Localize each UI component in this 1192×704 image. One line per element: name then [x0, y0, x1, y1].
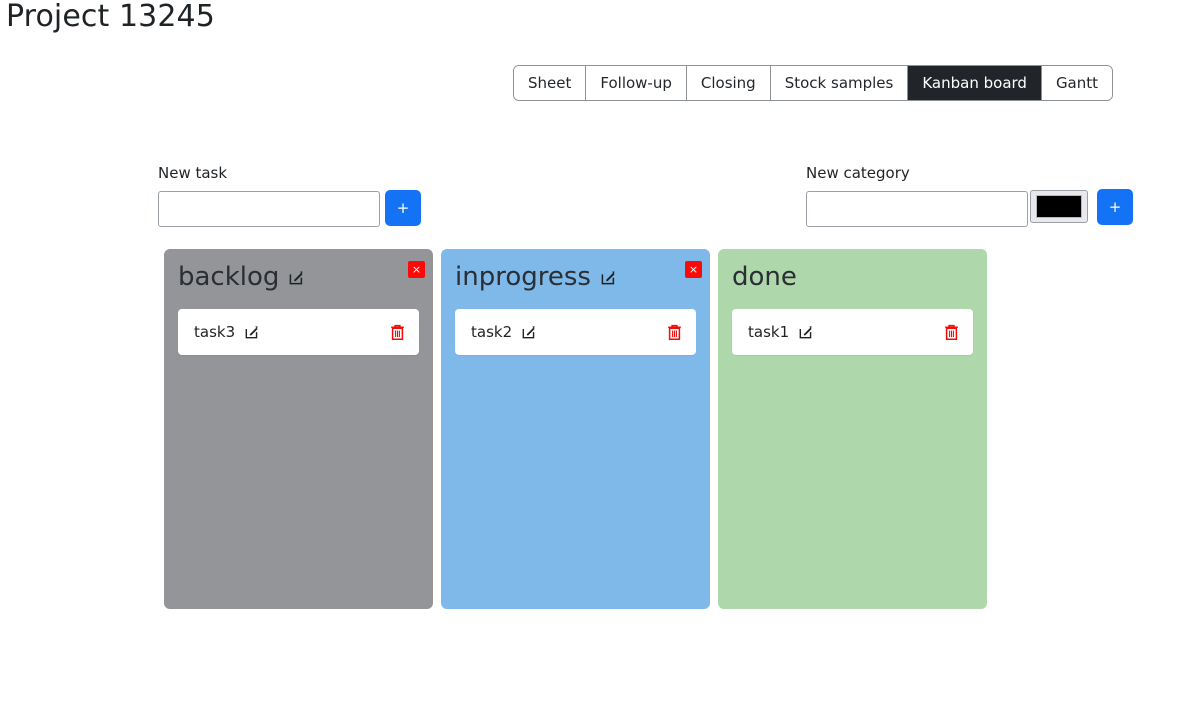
column-header: inprogress [455, 261, 696, 299]
kanban-column: inprogress × task2 [441, 249, 710, 609]
column-edit-icon[interactable] [601, 270, 616, 285]
new-category-label: New category [806, 164, 910, 182]
task-card[interactable]: task1 [732, 309, 973, 355]
task-label: task3 [194, 323, 236, 341]
task-delete-icon[interactable] [667, 324, 682, 341]
kanban-column: backlog × task3 [164, 249, 433, 609]
task-card-content: task1 [748, 323, 813, 341]
color-swatch [1036, 195, 1082, 218]
column-title: inprogress [455, 262, 591, 292]
new-task-label: New task [158, 164, 228, 182]
column-title: backlog [178, 262, 280, 292]
tab-follow-up[interactable]: Follow-up [586, 66, 687, 100]
new-task-input[interactable] [158, 191, 380, 227]
column-delete-button[interactable]: × [685, 261, 702, 278]
column-header: backlog [178, 261, 419, 299]
tab-sheet[interactable]: Sheet [514, 66, 587, 100]
task-card-content: task2 [471, 323, 536, 341]
task-label: task2 [471, 323, 513, 341]
task-edit-icon[interactable] [799, 325, 813, 339]
page-title: Project 13245 [6, 0, 215, 34]
column-header: done [732, 261, 973, 299]
new-category-color-picker[interactable] [1030, 190, 1088, 223]
add-category-button[interactable]: + [1097, 189, 1133, 225]
add-task-button[interactable]: + [385, 190, 421, 226]
tab-kanban-board[interactable]: Kanban board [908, 66, 1042, 100]
task-edit-icon[interactable] [522, 325, 536, 339]
task-card-content: task3 [194, 323, 259, 341]
column-title: done [732, 262, 797, 292]
column-delete-button[interactable]: × [408, 261, 425, 278]
view-tabs: Sheet Follow-up Closing Stock samples Kanban… [513, 65, 1114, 101]
task-delete-icon[interactable] [390, 324, 405, 341]
task-label: task1 [748, 323, 790, 341]
tab-stock-samples[interactable]: Stock samples [770, 66, 909, 100]
new-category-input[interactable] [806, 191, 1028, 227]
kanban-column: done task1 [718, 249, 987, 609]
task-card[interactable]: task2 [455, 309, 696, 355]
tab-closing[interactable]: Closing [686, 66, 771, 100]
task-card[interactable]: task3 [178, 309, 419, 355]
kanban-board: backlog × task3 inprogress × task2 done task1 [164, 249, 987, 609]
task-delete-icon[interactable] [944, 324, 959, 341]
tab-gantt[interactable]: Gantt [1041, 66, 1113, 100]
column-edit-icon[interactable] [289, 270, 304, 285]
task-edit-icon[interactable] [245, 325, 259, 339]
